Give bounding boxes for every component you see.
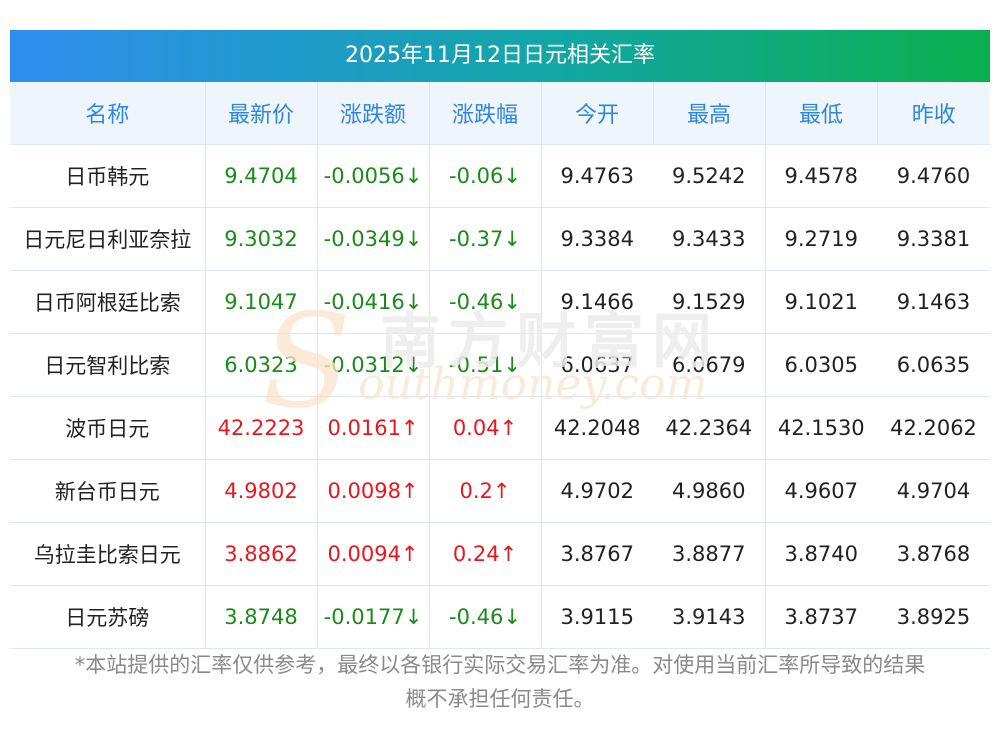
cell-high: 9.3433	[653, 207, 766, 271]
cell-high: 6.0679	[653, 333, 766, 397]
cell-high: 4.9860	[653, 459, 766, 523]
table-title: 2025年11月12日日元相关汇率	[10, 30, 990, 82]
cell-open: 9.1466	[541, 270, 653, 334]
cell-open: 42.2048	[541, 396, 653, 460]
exchange-rate-table: 名称 最新价 涨跌额 涨跌幅 今开 最高 最低 昨收 日币韩元 9.4704 -…	[10, 82, 990, 649]
cell-latest: 3.8862	[205, 522, 318, 586]
cell-prev-close: 9.1463	[877, 270, 990, 334]
cell-high: 9.5242	[653, 144, 766, 208]
cell-change: -0.0349↓	[317, 207, 430, 271]
table-row: 日元智利比索 6.0323 -0.0312↓ -0.51↓ 6.0637 6.0…	[10, 333, 990, 397]
table-row: 日元尼日利亚奈拉 9.3032 -0.0349↓ -0.37↓ 9.3384 9…	[10, 207, 990, 271]
cell-name: 日元尼日利亚奈拉	[10, 207, 206, 271]
header-change-pct: 涨跌幅	[429, 82, 542, 145]
header-high: 最高	[653, 82, 766, 145]
cell-prev-close: 6.0635	[877, 333, 990, 397]
cell-open: 3.9115	[541, 585, 653, 649]
cell-name: 日币韩元	[10, 144, 206, 208]
cell-change: 0.0094↑	[317, 522, 430, 586]
cell-change-pct: -0.46↓	[429, 585, 542, 649]
cell-change: -0.0056↓	[317, 144, 430, 208]
header-open: 今开	[541, 82, 654, 145]
cell-prev-close: 3.8768	[877, 522, 990, 586]
cell-low: 9.4578	[765, 144, 877, 208]
cell-name: 波币日元	[10, 396, 206, 460]
table-row: 日币韩元 9.4704 -0.0056↓ -0.06↓ 9.4763 9.524…	[10, 144, 990, 208]
cell-prev-close: 42.2062	[877, 396, 990, 460]
table-header-row: 名称 最新价 涨跌额 涨跌幅 今开 最高 最低 昨收	[10, 82, 990, 145]
cell-change: -0.0416↓	[317, 270, 430, 334]
header-prev-close: 昨收	[877, 82, 990, 145]
cell-latest: 9.3032	[205, 207, 318, 271]
header-change: 涨跌额	[317, 82, 430, 145]
cell-latest: 9.4704	[205, 144, 318, 208]
cell-change: 0.0098↑	[317, 459, 430, 523]
header-latest: 最新价	[205, 82, 318, 145]
cell-name: 日元智利比索	[10, 333, 206, 397]
cell-prev-close: 3.8925	[877, 585, 990, 649]
cell-low: 3.8740	[765, 522, 877, 586]
header-name: 名称	[10, 82, 206, 145]
cell-change: -0.0177↓	[317, 585, 430, 649]
cell-open: 9.4763	[541, 144, 653, 208]
cell-low: 3.8737	[765, 585, 877, 649]
cell-name: 新台币日元	[10, 459, 206, 523]
cell-open: 3.8767	[541, 522, 653, 586]
cell-change-pct: -0.46↓	[429, 270, 542, 334]
cell-high: 42.2364	[653, 396, 766, 460]
cell-latest: 4.9802	[205, 459, 318, 523]
cell-low: 6.0305	[765, 333, 877, 397]
cell-open: 9.3384	[541, 207, 653, 271]
cell-change-pct: -0.37↓	[429, 207, 542, 271]
cell-high: 3.8877	[653, 522, 766, 586]
cell-change-pct: -0.06↓	[429, 144, 542, 208]
cell-latest: 3.8748	[205, 585, 318, 649]
cell-name: 日元苏磅	[10, 585, 206, 649]
cell-prev-close: 9.4760	[877, 144, 990, 208]
cell-low: 42.1530	[765, 396, 877, 460]
cell-high: 9.1529	[653, 270, 766, 334]
cell-latest: 6.0323	[205, 333, 318, 397]
cell-low: 4.9607	[765, 459, 877, 523]
cell-change-pct: -0.51↓	[429, 333, 542, 397]
cell-low: 9.2719	[765, 207, 877, 271]
header-low: 最低	[765, 82, 878, 145]
cell-change-pct: 0.04↑	[429, 396, 542, 460]
table-row: 波币日元 42.2223 0.0161↑ 0.04↑ 42.2048 42.23…	[10, 396, 990, 460]
cell-latest: 9.1047	[205, 270, 318, 334]
disclaimer-line-1: *本站提供的汇率仅供参考，最终以各银行实际交易汇率为准。对使用当前汇率所导致的结…	[74, 653, 926, 677]
table-row: 新台币日元 4.9802 0.0098↑ 0.2↑ 4.9702 4.9860 …	[10, 459, 990, 523]
cell-change: 0.0161↑	[317, 396, 430, 460]
disclaimer-line-2: 概不承担任何责任。	[405, 687, 595, 711]
table-row: 日币阿根廷比索 9.1047 -0.0416↓ -0.46↓ 9.1466 9.…	[10, 270, 990, 334]
cell-change-pct: 0.2↑	[429, 459, 542, 523]
table-row: 乌拉圭比索日元 3.8862 0.0094↑ 0.24↑ 3.8767 3.88…	[10, 522, 990, 586]
cell-name: 日币阿根廷比索	[10, 270, 206, 334]
cell-change-pct: 0.24↑	[429, 522, 542, 586]
cell-change: -0.0312↓	[317, 333, 430, 397]
table-row: 日元苏磅 3.8748 -0.0177↓ -0.46↓ 3.9115 3.914…	[10, 585, 990, 649]
cell-name: 乌拉圭比索日元	[10, 522, 206, 586]
cell-high: 3.9143	[653, 585, 766, 649]
cell-low: 9.1021	[765, 270, 877, 334]
disclaimer-note: *本站提供的汇率仅供参考，最终以各银行实际交易汇率为准。对使用当前汇率所导致的结…	[10, 648, 990, 716]
cell-open: 4.9702	[541, 459, 653, 523]
rate-table-container: 2025年11月12日日元相关汇率 名称 最新价 涨跌额 涨跌幅 今开 最高 最…	[10, 30, 990, 649]
cell-latest: 42.2223	[205, 396, 318, 460]
cell-prev-close: 4.9704	[877, 459, 990, 523]
cell-prev-close: 9.3381	[877, 207, 990, 271]
cell-open: 6.0637	[541, 333, 653, 397]
